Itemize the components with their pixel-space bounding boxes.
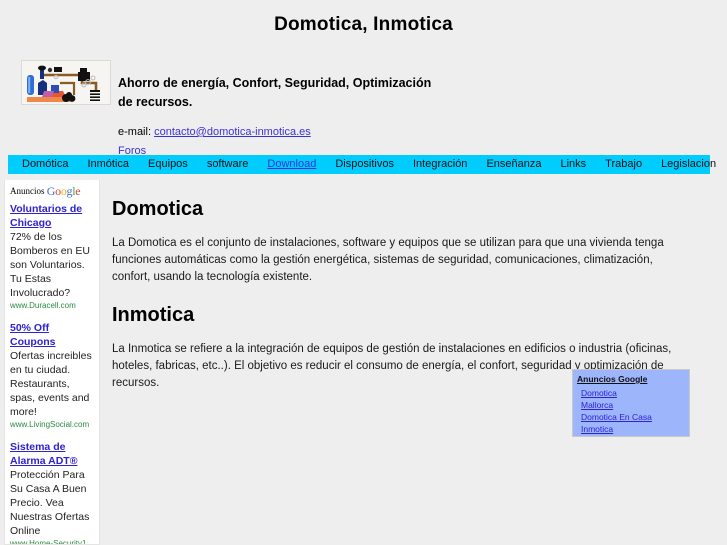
nav-item-links[interactable]: Links xyxy=(560,155,586,174)
inline-ad-link-inmotica[interactable]: Inmotica xyxy=(577,423,689,435)
sidebar-ad-title[interactable]: 50% Off Coupons xyxy=(10,321,94,349)
section-paragraph-domotica: La Domotica es el conjunto de instalacio… xyxy=(112,237,664,283)
section-heading-domotica: Domotica xyxy=(112,198,204,220)
nav-item-download[interactable]: Download xyxy=(267,155,316,174)
nav-item-software[interactable]: software xyxy=(207,155,249,174)
nav-item-integracion[interactable]: Integración xyxy=(413,155,467,174)
inline-ad-link-domotica[interactable]: Domotica xyxy=(577,387,689,399)
inline-ads-box-header: Anuncios Google xyxy=(577,374,648,384)
site-logo-image xyxy=(21,60,111,105)
contact-line: e-mail: contacto@domotica-inmotica.es xyxy=(118,126,311,138)
page-title: Domotica, Inmotica xyxy=(274,14,453,35)
nav-item-domotica[interactable]: Domótica xyxy=(22,155,68,174)
email-label: e-mail: xyxy=(118,126,152,138)
sidebar-ad-item[interactable]: Sistema de Alarma ADT® Protección Para S… xyxy=(10,440,94,545)
page-root: Domotica, Inmotica Ahorro de energía, Co… xyxy=(0,0,727,545)
sidebar-ad-url: www.Home-Security1… xyxy=(10,539,94,545)
sidebar-ad-body: Protección Para Su Casa A Buen Precio. V… xyxy=(10,469,90,537)
nav-item-inmotica[interactable]: Inmótica xyxy=(87,155,129,174)
nav-item-legislacion[interactable]: Legislacion xyxy=(661,155,716,174)
inline-ads-box: Anuncios Google Domotica Mallorca Domoti… xyxy=(572,369,690,437)
domotica-illustration-icon xyxy=(22,61,110,104)
inline-ad-link-mallorca[interactable]: Mallorca xyxy=(577,399,689,411)
inline-ad-link-domotica-en-casa[interactable]: Domotica En Casa xyxy=(577,411,689,423)
nav-item-dispositivos[interactable]: Dispositivos xyxy=(335,155,394,174)
sidebar-ad-column: Anuncios Google Voluntarios de Chicago 7… xyxy=(4,180,100,545)
section-heading-inmotica: Inmotica xyxy=(112,304,195,326)
sidebar-ads-header-prefix: Anuncios xyxy=(10,186,45,196)
nav-item-ensenanza[interactable]: Enseñanza xyxy=(486,155,541,174)
sidebar-ad-url: www.Duracell.com xyxy=(10,301,76,310)
nav-item-trabajo[interactable]: Trabajo xyxy=(605,155,642,174)
main-navigation: Domótica Inmótica Equipos software Downl… xyxy=(8,155,716,174)
sidebar-ad-item[interactable]: Voluntarios de Chicago 72% de los Bomber… xyxy=(10,202,94,312)
sidebar-ads-header: Anuncios Google xyxy=(10,184,94,199)
google-wordmark-icon: Google xyxy=(46,184,81,198)
sidebar-ad-url: www.LivingSocial.com xyxy=(10,420,90,429)
main-content: Domotica La Domotica es el conjunto de i… xyxy=(112,180,692,392)
sidebar-ad-title[interactable]: Voluntarios de Chicago xyxy=(10,202,94,230)
sidebar-ad-body: 72% de los Bomberos en EU son Voluntario… xyxy=(10,231,90,299)
sidebar-ad-title[interactable]: Sistema de Alarma ADT® xyxy=(10,440,94,468)
site-tagline: Ahorro de energía, Confort, Seguridad, O… xyxy=(118,76,432,109)
header-block: Ahorro de energía, Confort, Seguridad, O… xyxy=(0,56,727,157)
email-link[interactable]: contacto@domotica-inmotica.es xyxy=(154,126,311,138)
sidebar-ad-body: Ofertas increibles en tu ciudad. Restaur… xyxy=(10,350,92,418)
sidebar-ad-item[interactable]: 50% Off Coupons Ofertas increibles en tu… xyxy=(10,321,94,431)
nav-item-equipos[interactable]: Equipos xyxy=(148,155,188,174)
